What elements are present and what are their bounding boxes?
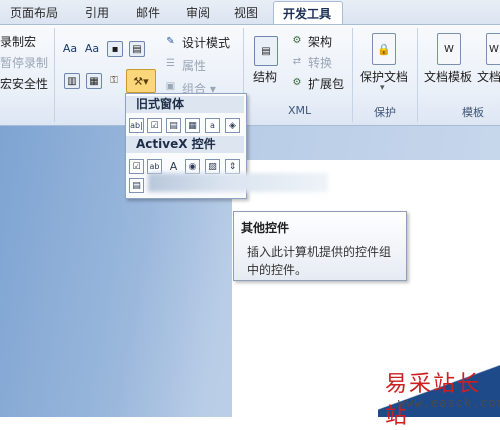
document-template-icon: W [437,33,461,65]
structure-icon: ▤ [254,36,278,66]
protect-document-icon: 🔒 [372,33,396,65]
tab-references[interactable]: 引用 [85,4,109,21]
design-mode-button[interactable]: 设计模式 [182,34,230,51]
building-block-control-icon[interactable]: ▤ [129,41,145,57]
transform-icon: ⇄ [292,55,302,67]
properties-button[interactable]: 属性 [182,57,206,74]
schema-button[interactable]: 架构 [308,33,332,50]
design-mode-icon: ✎ [166,36,175,47]
activex-text-box-icon[interactable]: ab [147,159,162,174]
schema-icon: ⚙ [292,34,302,46]
text-box-icon[interactable]: a [205,118,220,133]
document-template-button[interactable]: 文档模板 [424,68,472,85]
tooltip-title: 其他控件 [241,221,290,235]
expansion-pack-button[interactable]: 扩展包 [308,75,344,92]
combo-box-icon[interactable]: ▤ [166,118,181,133]
tab-review[interactable]: 审阅 [186,4,210,21]
tab-mailings[interactable]: 邮件 [136,4,160,21]
more-controls-tooltip: 其他控件 插入此计算机提供的控件组中的控件。 [233,211,407,281]
picture-control-icon[interactable]: ▪ [107,41,123,57]
activex-checkbox-icon[interactable]: ☑ [129,159,144,174]
structure-button[interactable]: 结构 [253,68,277,85]
checkbox-icon[interactable]: ☑ [147,118,162,133]
blurred-region [148,173,328,192]
text-field-icon[interactable]: ab| [129,118,144,133]
plain-text-control-icon[interactable]: Aa [84,41,100,55]
properties-icon: ☰ [166,58,175,69]
activex-spin-button-icon[interactable]: ⇕ [225,159,240,174]
macro-security-button[interactable]: 宏安全性 [0,75,48,92]
activex-controls-header: ActiveX 控件 [126,136,244,153]
rich-text-control-icon[interactable]: Aa [62,41,78,55]
tooltip-description: 插入此计算机提供的控件组中的控件。 [247,245,392,277]
transform-button[interactable]: 转换 [308,54,332,71]
tools-icon: ⚒▾ [133,74,149,88]
activex-option-button-icon[interactable]: ◉ [185,159,200,174]
group-icon: ▣ [165,81,176,92]
protect-dropdown-arrow-icon[interactable]: ▾ [380,83,385,93]
group-separator [417,28,418,122]
activex-label-icon[interactable]: A [166,159,181,174]
tab-developer[interactable]: 开发工具 [273,1,343,24]
legacy-tools-lock-icon[interactable]: ⚿ [107,73,121,87]
record-macro-button[interactable]: 录制宏 [0,33,36,50]
legacy-tools-button[interactable]: ⚒▾ [126,69,156,93]
activex-list-box-icon[interactable]: ▤ [129,178,144,193]
xml-group-label: XML [288,104,312,117]
watermark-url: www.easck.com [398,396,500,410]
template-group-label: 模板 [462,106,484,119]
legacy-forms-header: 旧式窗体 [126,96,244,113]
date-picker-control-icon[interactable]: ▦ [86,73,102,89]
combo-box-control-icon[interactable]: ▥ [64,73,80,89]
expansion-pack-icon: ⚙ [292,76,302,88]
lock-icon: 🔒 [377,42,391,56]
document-panel-button[interactable]: 文档 [477,68,500,85]
frame-icon[interactable]: ▦ [185,118,200,133]
ribbon-tab-bar: 页面布局 引用 邮件 审阅 视图 开发工具 [0,0,500,25]
group-separator [54,28,55,122]
group-separator [352,28,353,122]
tab-page-layout[interactable]: 页面布局 [10,4,58,21]
tab-view[interactable]: 视图 [234,4,258,21]
eraser-icon[interactable]: ◈ [225,118,240,133]
protect-group-label: 保护 [374,106,396,119]
pause-recording-button[interactable]: 暂停录制 [0,54,48,71]
document-panel-icon: W [486,33,500,65]
activex-image-icon[interactable]: ▨ [205,159,220,174]
